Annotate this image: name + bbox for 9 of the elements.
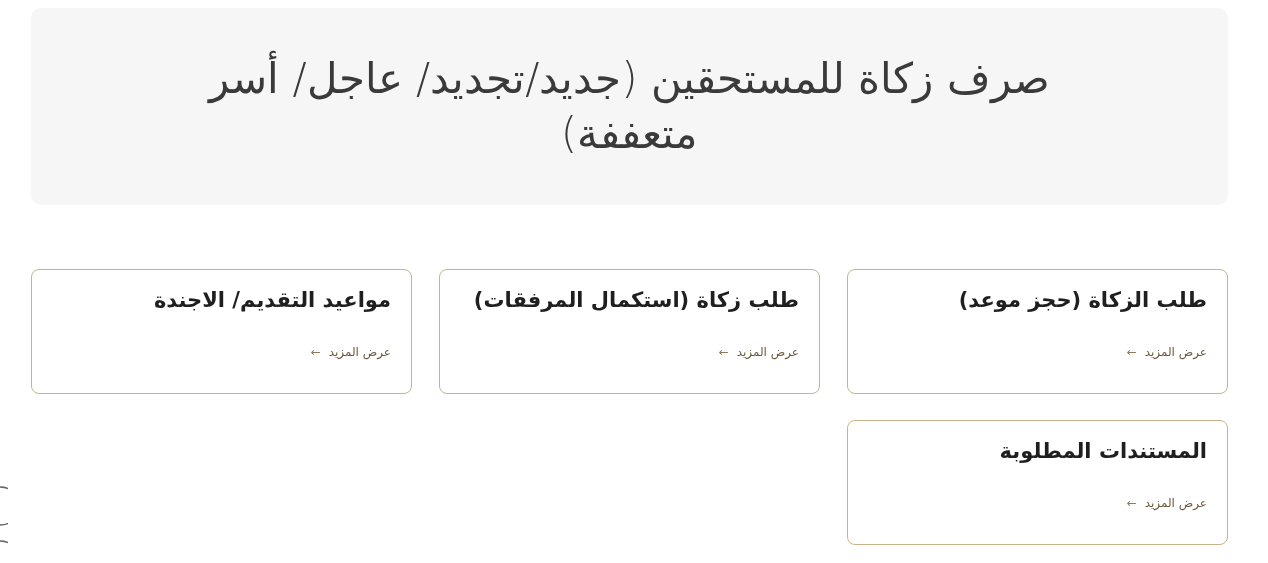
card-title: طلب الزكاة (حجز موعد) xyxy=(957,288,1207,314)
read-more-link[interactable]: عرض المزيد ← xyxy=(310,343,391,362)
page-title: صرف زكاة للمستحقين (جديد/تجديد/ عاجل/ أسر متعففة) xyxy=(169,51,1090,162)
card-title: المستندات المطلوبة xyxy=(998,439,1207,465)
read-more-link[interactable]: عرض المزيد ← xyxy=(1126,494,1207,513)
card-title: طلب زكاة (استكمال المرفقات) xyxy=(472,288,799,314)
read-more-link[interactable]: عرض المزيد ← xyxy=(718,343,799,362)
card-title: مواعيد التقديم/ الاجندة xyxy=(152,288,391,314)
read-more-link[interactable]: عرض المزيد ← xyxy=(1126,343,1207,362)
